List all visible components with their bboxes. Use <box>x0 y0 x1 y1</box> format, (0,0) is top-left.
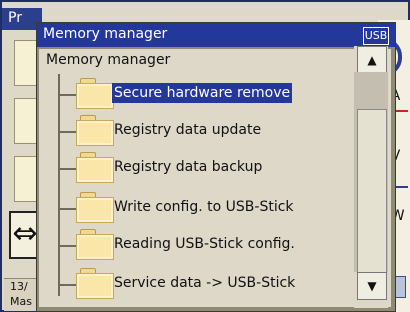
tree-item-registry-data-update[interactable]: Registry data update <box>114 120 261 140</box>
folder-icon <box>76 192 114 223</box>
dialog-titlebar: Memory manager USB <box>37 23 395 47</box>
tree-item-service-data[interactable]: Service data -> USB-Stick <box>114 273 295 293</box>
folder-icon <box>76 152 114 183</box>
background-title: Pr <box>8 10 22 26</box>
tree-item-write-config[interactable]: Write config. to USB-Stick <box>114 197 294 217</box>
scrollbar[interactable]: ▲ ▼ <box>354 46 388 308</box>
tree-item-secure-hardware-remove[interactable]: Secure hardware remove <box>112 83 293 103</box>
tree-item-registry-data-backup[interactable]: Registry data backup <box>114 157 262 177</box>
tree-trunk <box>58 74 60 296</box>
scroll-thumb[interactable] <box>357 109 387 283</box>
down-arrow-icon[interactable]: ▼ <box>357 272 387 300</box>
dialog-title: Memory manager <box>43 26 168 42</box>
folder-icon <box>76 229 114 260</box>
up-arrow-icon[interactable]: ▲ <box>357 46 387 74</box>
folder-icon <box>76 268 114 299</box>
usb-badge: USB <box>363 27 389 45</box>
folder-icon <box>76 115 114 146</box>
tree-header: Memory manager <box>46 52 171 68</box>
tree-item-reading-usb-config[interactable]: Reading USB-Stick config. <box>114 234 295 254</box>
folder-icon <box>76 78 114 109</box>
